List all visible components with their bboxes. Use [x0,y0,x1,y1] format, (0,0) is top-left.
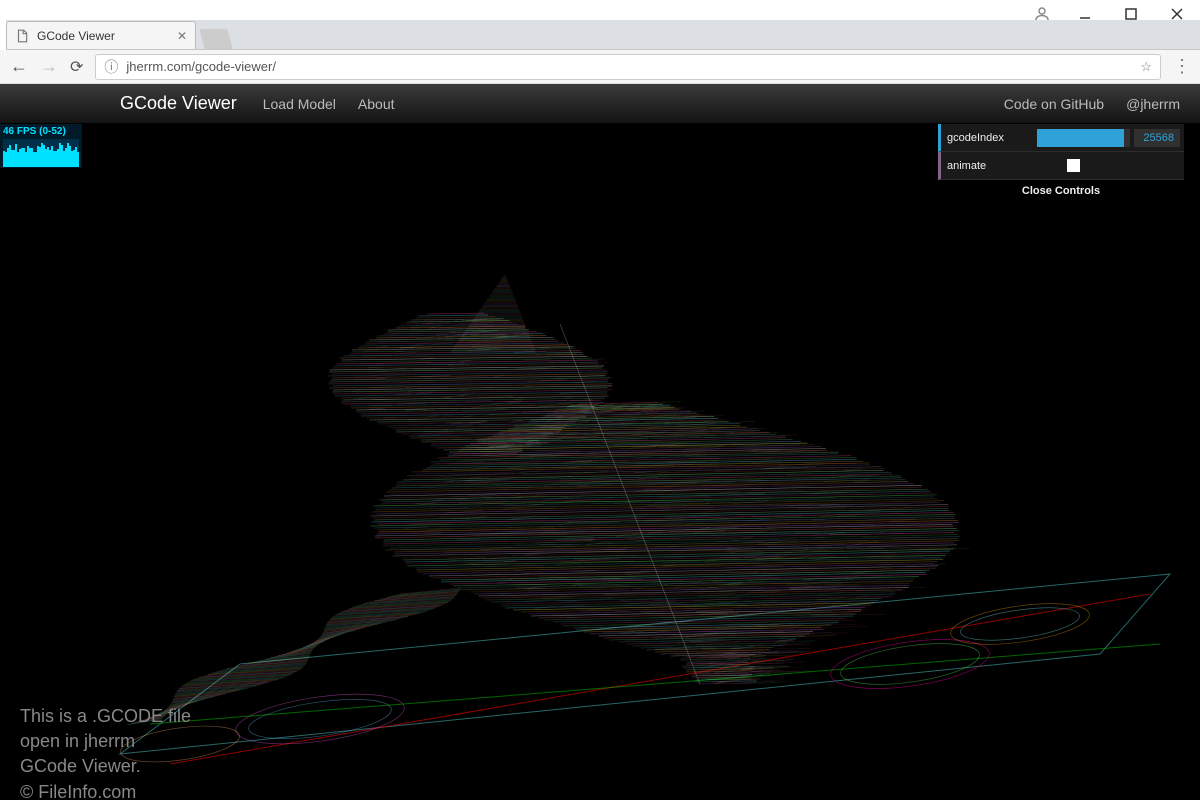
controls-panel: gcodeIndex 25568 animate Close Controls [938,124,1184,202]
forward-button[interactable]: → [40,56,58,77]
fps-label: 46 FPS (0-52) [3,126,79,137]
fps-meter: 46 FPS (0-52) [0,124,82,168]
close-controls-button[interactable]: Close Controls [938,180,1184,202]
new-tab-button[interactable] [199,29,232,49]
slider-fill [1037,129,1124,147]
caption-line: open in jherrm [20,729,191,754]
nav-about[interactable]: About [358,96,395,112]
browser-menu-button[interactable]: ⋮ [1173,56,1190,77]
control-gcodeindex[interactable]: gcodeIndex 25568 [938,124,1184,152]
site-info-icon[interactable]: ⓘ [104,57,118,77]
app-navbar: GCode Viewer Load Model About Code on Gi… [0,84,1200,124]
browser-tab[interactable]: GCode Viewer ✕ [6,21,196,49]
tab-strip: GCode Viewer ✕ [6,20,1200,50]
reload-button[interactable]: ⟳ [70,57,83,77]
nav-twitter[interactable]: @jherrm [1126,96,1180,112]
fps-graph [3,139,79,167]
tab-title: GCode Viewer [37,29,115,43]
viewer-canvas[interactable]: 46 FPS (0-52) gcodeIndex 25568 animate C… [0,124,1200,800]
caption-overlay: This is a .GCODE file open in jherrm GCo… [20,704,191,800]
bookmark-star-icon[interactable]: ☆ [1140,59,1152,75]
url-text: jherrm.com/gcode-viewer/ [126,59,1132,74]
slider-track[interactable] [1037,129,1130,147]
address-bar: ← → ⟳ ⓘ jherrm.com/gcode-viewer/ ☆ ⋮ [0,50,1200,84]
gcode-render [0,124,1200,800]
page-icon [15,29,29,43]
app-brand[interactable]: GCode Viewer [120,93,237,114]
slider-value[interactable]: 25568 [1134,129,1180,147]
control-animate[interactable]: animate [938,152,1184,180]
nav-load-model[interactable]: Load Model [263,96,336,112]
checkbox[interactable] [1067,159,1080,172]
caption-line: © FileInfo.com [20,780,191,800]
back-button[interactable]: ← [10,56,28,77]
nav-github[interactable]: Code on GitHub [1004,96,1104,112]
control-label: gcodeIndex [941,132,1037,144]
caption-line: This is a .GCODE file [20,704,191,729]
control-label: animate [941,160,1037,172]
close-tab-icon[interactable]: ✕ [177,29,187,43]
caption-line: GCode Viewer. [20,754,191,779]
omnibox[interactable]: ⓘ jherrm.com/gcode-viewer/ ☆ [95,54,1161,80]
